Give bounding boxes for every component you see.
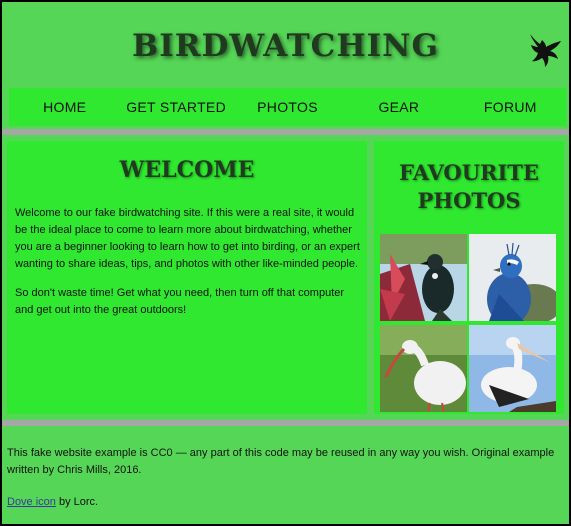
nav-forum[interactable]: FORUM xyxy=(455,99,566,115)
welcome-paragraph-1: Welcome to our fake birdwatching site. I… xyxy=(15,207,360,270)
footer-credit: Dove icon by Lorc. xyxy=(7,494,562,511)
nav-photos[interactable]: PHOTOS xyxy=(232,99,343,115)
main-nav: HOME GET STARTED PHOTOS GEAR FORUM xyxy=(9,88,566,126)
pelican-photo[interactable] xyxy=(469,325,556,412)
nav-home[interactable]: HOME xyxy=(9,99,120,115)
welcome-paragraph-2: So don't waste time! Get what you need, … xyxy=(15,287,345,316)
dove-icon-link[interactable]: Dove icon xyxy=(7,496,56,508)
section-divider-top xyxy=(2,129,569,135)
site-header: BIRDWATCHING xyxy=(6,6,565,86)
site-title: BIRDWATCHING xyxy=(132,28,439,64)
peacock-photo[interactable] xyxy=(469,234,556,321)
bird-logo-icon xyxy=(530,34,561,67)
welcome-heading: WELCOME xyxy=(119,157,255,183)
tui-photo[interactable] xyxy=(380,234,467,321)
welcome-section: WELCOME Welcome to our fake birdwatching… xyxy=(7,141,367,414)
nav-gear[interactable]: GEAR xyxy=(343,99,454,115)
favourite-photos-section: FAVOURITE PHOTOS xyxy=(374,141,564,414)
site-footer: This fake website example is CC0 — any p… xyxy=(7,430,562,520)
footer-license-text: This fake website example is CC0 — any p… xyxy=(7,447,555,476)
nav-get-started[interactable]: GET STARTED xyxy=(120,99,231,115)
ibis-photo[interactable] xyxy=(380,325,467,412)
footer-credit-suffix: by Lorc. xyxy=(55,496,99,508)
section-divider-bottom xyxy=(2,420,569,426)
favourite-photos-heading: FAVOURITE PHOTOS xyxy=(399,160,539,213)
